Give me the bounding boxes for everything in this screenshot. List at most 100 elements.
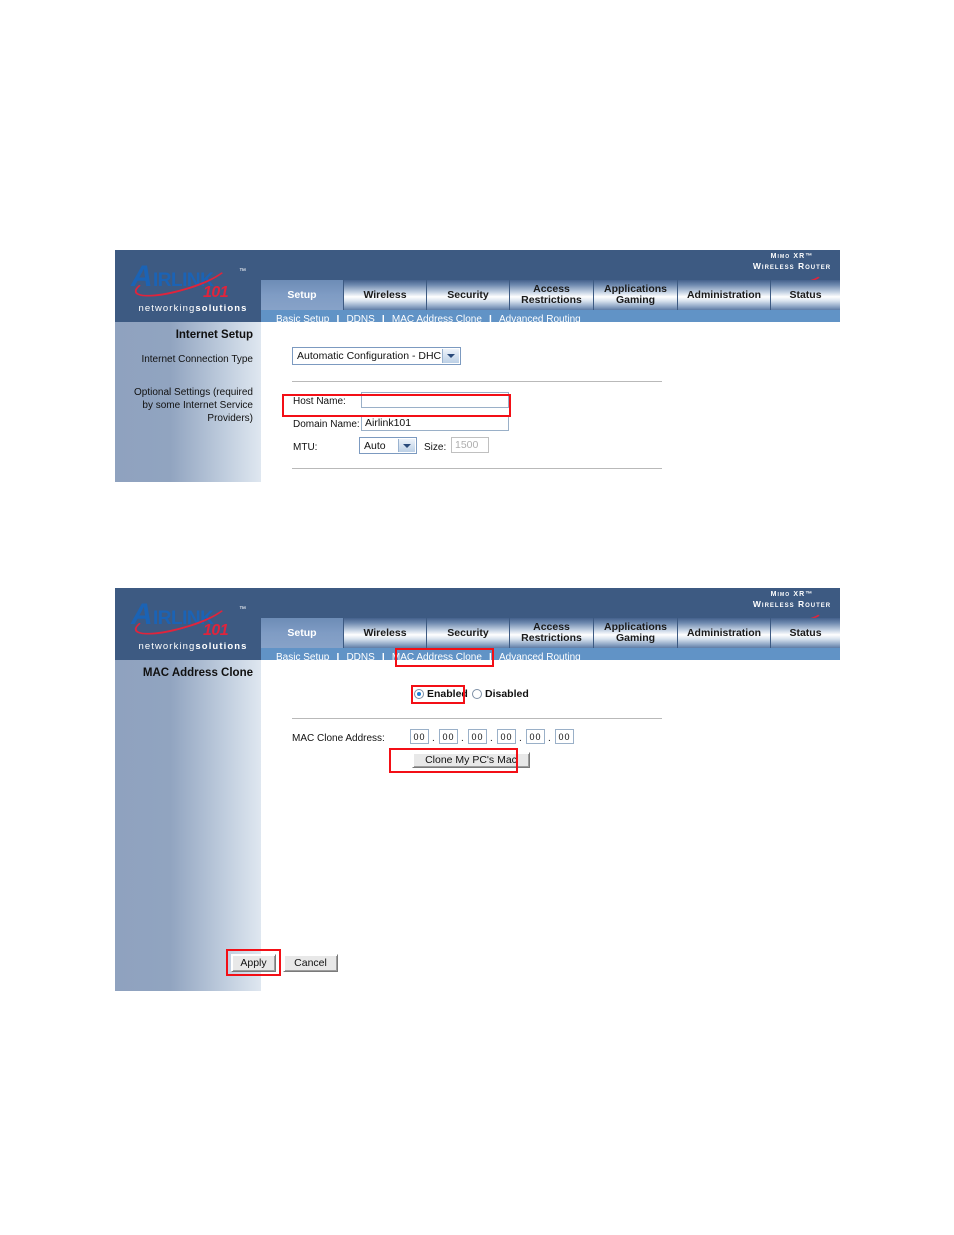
logo-tagline: networkingsolutions [123,303,263,314]
tab-status-label: Status [789,626,822,639]
panel1-sidebar-title: Internet Setup [175,329,253,341]
apply-button[interactable]: Apply [231,954,276,972]
tab-security-label: Security [447,626,489,639]
logo-trademark-icon: ™ [239,268,246,275]
mac-dot: . [432,733,435,744]
panel2-content: Enabled Disabled MAC Clone Address: 00 .… [261,660,840,991]
tab-wireless[interactable]: Wireless [344,618,427,648]
mac-clone-address-label: MAC Clone Address: [292,733,385,744]
tab-administration-label: Administration [686,288,762,301]
mac-octet-3[interactable]: 00 [468,729,487,744]
mtu-value: Auto [364,439,386,452]
chevron-down-icon[interactable] [398,439,415,452]
host-name-label: Host Name: [293,396,346,407]
tab-applications-gaming[interactable]: Applications Gaming [594,618,678,648]
tagline-bold: solutions [195,303,248,314]
panel1-content: Automatic Configuration - DHCP Host Name… [261,322,840,482]
apply-button-label: Apply [240,957,267,969]
radio-enabled-label: Enabled [427,688,468,700]
tab-administration[interactable]: Administration [678,618,771,648]
mac-octet-5[interactable]: 00 [526,729,545,744]
radio-enabled[interactable] [414,689,424,699]
panel1-main-tabs: Setup Wireless Security Access Restricti… [261,280,840,310]
mimo-badge: Mimo XR™ Wireless Router [752,590,832,628]
panel2-body: MAC Address Clone Enabled Disabled MAC C… [115,660,840,991]
tab-setup[interactable]: Setup [261,618,344,648]
tab-security[interactable]: Security [427,280,510,310]
cancel-button-label: Cancel [294,957,327,969]
internet-connection-type-select[interactable]: Automatic Configuration - DHCP [292,347,461,365]
logo-trademark-icon: ™ [239,606,246,613]
mtu-label: MTU: [293,442,318,453]
mac-dot: . [490,733,493,744]
chevron-down-icon[interactable] [442,349,459,363]
clone-my-pcs-mac-button[interactable]: Clone My PC's Mac [412,752,530,768]
domain-name-input[interactable]: Airlink101 [361,415,509,431]
mimo-line-1: Mimo XR™ [770,591,814,598]
mac-octet-2[interactable]: 00 [439,729,458,744]
divider-3 [292,718,662,719]
tab-applications-gaming-label: Applications Gaming [603,621,667,644]
mac-octet-4[interactable]: 00 [497,729,516,744]
label-internet-connection-type: Internet Connection Type [141,354,253,365]
mac-dot: . [461,733,464,744]
tab-wireless-label: Wireless [363,288,407,301]
tagline-light: networking [138,641,196,652]
tab-access-restrictions[interactable]: Access Restrictions [510,280,594,310]
tab-applications-gaming-label: Applications Gaming [603,283,667,306]
airlink-logo: A IRLINK ™ 101 networkingsolutions [115,254,261,314]
internet-connection-type-value: Automatic Configuration - DHCP [297,350,449,362]
tab-administration[interactable]: Administration [678,280,771,310]
tab-administration-label: Administration [686,626,762,639]
tab-security[interactable]: Security [427,618,510,648]
size-label: Size: [424,442,447,453]
router-panel-basic-setup: A IRLINK ™ 101 networkingsolutions Mimo … [115,250,840,482]
tab-status[interactable]: Status [771,280,840,310]
mac-octet-6[interactable]: 00 [555,729,574,744]
label-optional-settings: Optional Settings (required by some Inte… [134,387,253,424]
logo-101: 101 [203,284,229,301]
domain-name-value: Airlink101 [365,417,412,429]
tab-status[interactable]: Status [771,618,840,648]
router-panel-mac-address-clone: A IRLINK ™ 101 networkingsolutions Mimo … [115,588,840,991]
panel1-sidebar: Internet Setup Internet Connection Type … [115,322,261,482]
tab-wireless[interactable]: Wireless [344,280,427,310]
tagline-light: networking [138,303,196,314]
cancel-button[interactable]: Cancel [283,954,338,972]
tab-security-label: Security [447,288,489,301]
tab-status-label: Status [789,288,822,301]
tagline-bold: solutions [195,641,248,652]
divider-2 [292,468,662,469]
mimo-line-1: Mimo XR™ [770,253,814,260]
mtu-size-input[interactable]: 1500 [451,437,489,453]
tab-access-restrictions[interactable]: Access Restrictions [510,618,594,648]
document-page: A IRLINK ™ 101 networkingsolutions Mimo … [0,0,954,1235]
tab-setup-label: Setup [287,288,317,301]
panel2-main-tabs: Setup Wireless Security Access Restricti… [261,618,840,648]
clone-button-label: Clone My PC's Mac [425,754,517,766]
panel2-header: A IRLINK ™ 101 networkingsolutions Mimo … [115,588,840,667]
panel1-body: Internet Setup Internet Connection Type … [115,322,840,482]
radio-disabled-label: Disabled [485,688,529,700]
mac-dot: . [548,733,551,744]
mtu-size-value: 1500 [455,439,479,451]
tab-setup[interactable]: Setup [261,280,344,310]
logo-tagline: networkingsolutions [123,641,263,652]
airlink-logo: A IRLINK ™ 101 networkingsolutions [115,592,261,652]
radio-disabled[interactable] [472,689,482,699]
tab-access-restrictions-label: Access Restrictions [521,283,582,306]
domain-name-label: Domain Name: [293,419,360,430]
divider-1 [292,381,662,382]
panel1-header: A IRLINK ™ 101 networkingsolutions Mimo … [115,250,840,329]
tab-setup-label: Setup [287,626,317,639]
tab-applications-gaming[interactable]: Applications Gaming [594,280,678,310]
mac-octet-1[interactable]: 00 [410,729,429,744]
logo-101: 101 [203,622,229,639]
mtu-select[interactable]: Auto [359,437,417,454]
panel2-sidebar: MAC Address Clone [115,660,261,991]
host-name-input[interactable] [361,392,509,408]
tab-access-restrictions-label: Access Restrictions [521,621,582,644]
mimo-badge: Mimo XR™ Wireless Router [752,252,832,290]
tab-wireless-label: Wireless [363,626,407,639]
panel2-sidebar-title: MAC Address Clone [142,667,253,679]
